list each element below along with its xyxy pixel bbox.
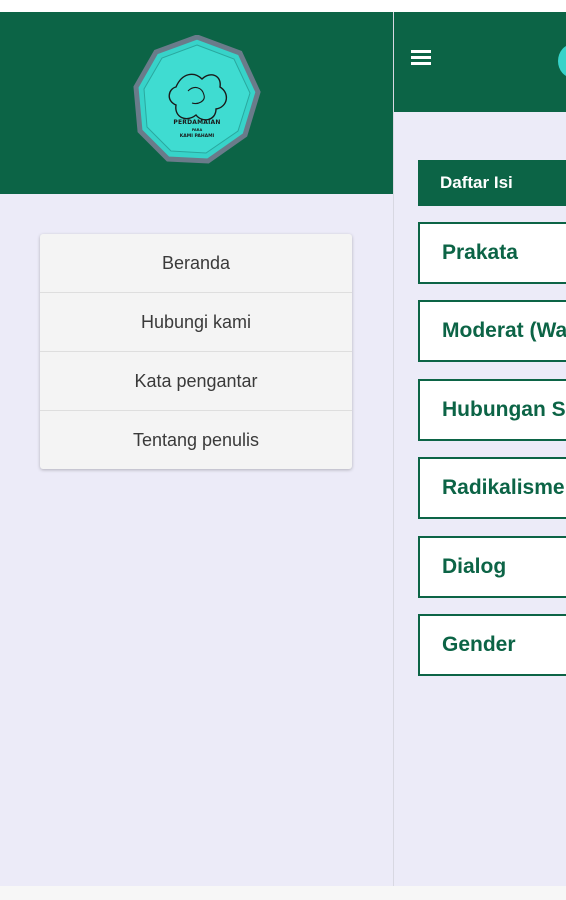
toc-item-moderat[interactable]: Moderat (Wa <box>418 300 566 362</box>
menu-item-kata-pengantar[interactable]: Kata pengantar <box>40 352 352 411</box>
menu-item-hubungi-kami[interactable]: Hubungi kami <box>40 293 352 352</box>
status-bar <box>0 0 566 12</box>
toc-title: Daftar Isi <box>418 160 566 206</box>
menu-icon[interactable] <box>411 50 431 66</box>
menu-item-beranda[interactable]: Beranda <box>40 234 352 293</box>
app-bar <box>394 12 566 112</box>
toc-item-hubungan[interactable]: Hubungan S <box>418 379 566 441</box>
toc-item-prakata[interactable]: Prakata <box>418 222 566 284</box>
main-content: Daftar Isi Prakata Moderat (Wa Hubungan … <box>394 12 566 886</box>
logo-text-3: KAMI PAHAMI <box>179 134 215 139</box>
app-logo: PERDAMAIAN PARA KAMI PAHAMI <box>132 35 262 165</box>
toc-item-radikalisme[interactable]: Radikalisme <box>418 457 566 519</box>
logo-text-1: PERDAMAIAN <box>173 119 221 126</box>
toc-item-gender[interactable]: Gender <box>418 614 566 676</box>
drawer-header: PERDAMAIAN PARA KAMI PAHAMI <box>0 12 393 194</box>
menu-item-tentang-penulis[interactable]: Tentang penulis <box>40 411 352 469</box>
bottom-bar <box>0 886 566 900</box>
logo-text-2: PARA <box>191 128 203 132</box>
drawer-menu: Beranda Hubungi kami Kata pengantar Tent… <box>40 234 352 469</box>
app-logo-icon <box>558 44 566 78</box>
navigation-drawer: PERDAMAIAN PARA KAMI PAHAMI Beranda Hubu… <box>0 12 394 886</box>
toc-item-dialog[interactable]: Dialog <box>418 536 566 598</box>
